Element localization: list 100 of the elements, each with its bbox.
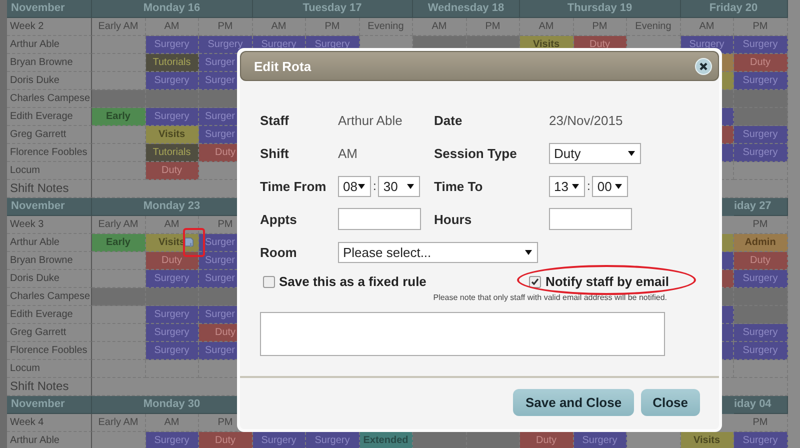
caret-icon (358, 184, 365, 188)
rota-cell[interactable]: Tutorials (146, 144, 199, 162)
rota-cell[interactable]: Early (92, 234, 146, 252)
hour-select[interactable]: 13 (549, 176, 585, 196)
rota-cell[interactable] (92, 306, 146, 324)
rota-cell[interactable]: Visits (680, 432, 734, 448)
rota-cell[interactable]: Duty (199, 432, 252, 448)
checkbox[interactable] (263, 276, 275, 288)
field-label: Staff (260, 112, 289, 128)
rota-cell[interactable]: Duty (146, 162, 199, 180)
rota-cell[interactable] (734, 306, 788, 324)
slot-header: Early AM (92, 216, 146, 234)
input-field[interactable] (549, 208, 632, 230)
rota-cell[interactable] (92, 36, 146, 54)
rota-cell[interactable]: Surgery (734, 36, 788, 54)
rota-cell[interactable]: Surgery (146, 432, 199, 448)
rota-cell[interactable]: Surgery (252, 432, 306, 448)
dialog-button[interactable]: Save and Close (513, 389, 634, 416)
staff-name: Locum (7, 162, 92, 180)
rota-cell[interactable]: Duty (146, 252, 199, 270)
staff-name: Arthur Able (7, 432, 92, 448)
rota-cell[interactable] (734, 288, 788, 306)
rota-cell[interactable]: Duty (734, 54, 788, 72)
slot-header: AM (146, 216, 199, 234)
slot-header: PM (466, 18, 520, 36)
staff-name: Charles Campese (7, 288, 92, 306)
staff-name: Edith Everage (7, 108, 92, 126)
slot-header: PM (734, 18, 788, 36)
rota-cell[interactable] (413, 432, 466, 448)
rota-cell[interactable]: Surgery (146, 342, 199, 360)
rota-cell[interactable] (92, 324, 146, 342)
rota-cell[interactable] (734, 108, 788, 126)
rota-cell[interactable] (466, 432, 520, 448)
rota-cell[interactable]: Surgery (734, 342, 788, 360)
rota-cell[interactable]: Duty (734, 252, 788, 270)
dialog-button[interactable]: Close (640, 389, 700, 416)
slot-header: Early AM (92, 414, 146, 432)
caret-icon (572, 184, 579, 188)
rota-cell[interactable]: Surgery (734, 270, 788, 288)
close-icon[interactable] (695, 58, 712, 74)
rota-cell[interactable]: Duty (520, 432, 574, 448)
rota-cell[interactable] (92, 360, 146, 378)
week-label: Week 3 (7, 216, 92, 234)
rota-cell[interactable] (92, 162, 146, 180)
rota-cell[interactable]: Surgery (146, 324, 199, 342)
field-value: 23/Nov/2015 (549, 112, 623, 128)
minute-select[interactable]: 30 (378, 176, 420, 196)
rota-cell[interactable]: Surgery (734, 126, 788, 144)
minute-select[interactable]: 00 (592, 176, 628, 196)
staff-name: Greg Garrett (7, 324, 92, 342)
rota-cell[interactable]: Surgery (306, 432, 360, 448)
staff-name: Florence Foobles (7, 342, 92, 360)
rota-cell[interactable] (92, 288, 146, 306)
rota-cell[interactable] (734, 360, 788, 378)
input-field[interactable] (338, 208, 421, 230)
rota-cell[interactable]: Surgery (199, 36, 252, 54)
text-area[interactable] (260, 312, 665, 356)
rota-cell[interactable]: Surgery (734, 432, 788, 448)
slot-header: PM (199, 18, 252, 36)
rota-cell[interactable] (92, 270, 146, 288)
rota-cell[interactable]: Surgery (734, 144, 788, 162)
rota-cell[interactable] (92, 54, 146, 72)
slot-header: AM (413, 18, 466, 36)
staff-name: Arthur Able (7, 234, 92, 252)
rota-cell[interactable] (92, 144, 146, 162)
field-label: Shift (260, 146, 289, 160)
rota-cell[interactable]: Surgery (574, 432, 627, 448)
rota-cell[interactable] (92, 342, 146, 360)
slot-header: Early AM (92, 18, 146, 36)
rota-cell[interactable] (734, 90, 788, 108)
field-value: AM (338, 146, 358, 160)
rota-cell[interactable]: Tutorials (146, 54, 199, 72)
hour-select[interactable]: 08 (338, 176, 371, 196)
rota-cell[interactable]: Visits (146, 126, 199, 144)
rota-cell[interactable] (92, 126, 146, 144)
rota-cell[interactable] (92, 252, 146, 270)
rota-cell[interactable]: Admin (734, 234, 788, 252)
rota-cell[interactable]: Surgery (146, 36, 199, 54)
rota-cell[interactable]: Surgery (146, 270, 199, 288)
checkbox[interactable] (529, 276, 542, 288)
slot-header: PM (574, 18, 627, 36)
session-type-select[interactable]: Duty (549, 142, 641, 164)
rota-cell[interactable] (92, 72, 146, 90)
rota-cell[interactable]: Surgery (146, 108, 199, 126)
rota-cell[interactable] (146, 360, 199, 378)
rota-cell[interactable]: Surgery (734, 324, 788, 342)
time-separator: : (587, 179, 590, 193)
slot-header: AM (252, 18, 306, 36)
slot-header: Evening (360, 18, 413, 36)
rota-cell[interactable] (146, 288, 199, 306)
rota-cell[interactable] (146, 90, 199, 108)
room-select[interactable]: Please select... (338, 242, 538, 262)
rota-cell[interactable] (734, 162, 788, 180)
rota-cell[interactable]: Early (92, 108, 146, 126)
slot-header: AM (680, 18, 734, 36)
dialog-title: Edit Rota (254, 58, 312, 74)
rota-cell[interactable]: Surgery (146, 306, 199, 324)
rota-cell[interactable]: Surgery (146, 72, 199, 90)
rota-cell[interactable] (92, 90, 146, 108)
rota-cell[interactable]: Surgery (734, 72, 788, 90)
